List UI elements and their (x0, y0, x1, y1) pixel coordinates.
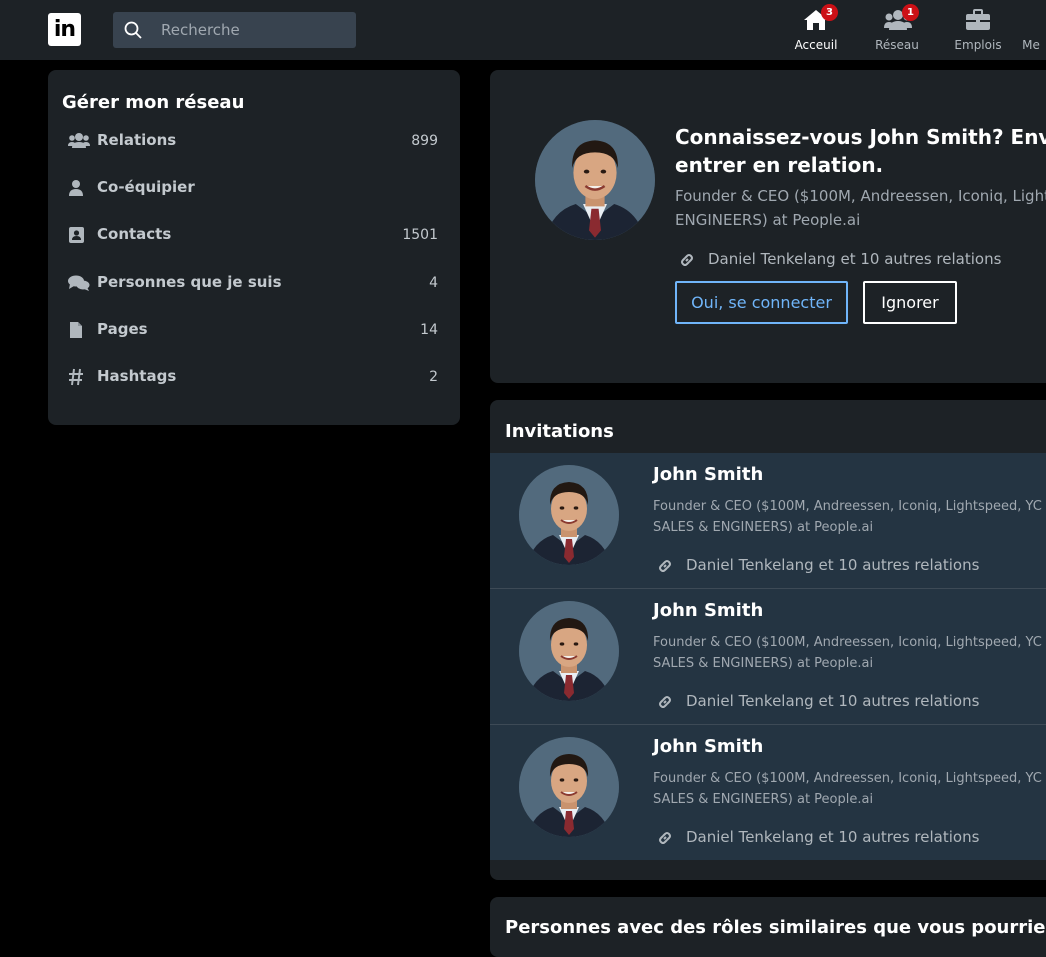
user-icon (69, 180, 83, 196)
invitation-name[interactable]: John Smith (653, 600, 763, 621)
sidebar-item-coequipier[interactable]: Co-équipier (48, 174, 460, 204)
nav-network[interactable]: 1 Réseau (857, 0, 937, 60)
invitation-headline-line2: SALES & ENGINEERS) at People.ai (653, 520, 874, 535)
home-notification-badge: 3 (821, 4, 838, 21)
search-box[interactable] (113, 12, 356, 48)
invitation-row[interactable]: John Smith Founder & CEO ($100M, Andrees… (490, 589, 1046, 724)
sidebar-item-count: 1501 (402, 227, 438, 243)
invitation-avatar[interactable] (519, 601, 619, 701)
connect-button[interactable]: Oui, se connecter (675, 281, 848, 324)
sidebar-item-contacts[interactable]: Contacts 1501 (48, 221, 460, 251)
invitation-row[interactable]: John Smith Founder & CEO ($100M, Andrees… (490, 725, 1046, 860)
similar-people-card: Personnes avec des rôles similaires que … (490, 897, 1046, 957)
search-icon (124, 21, 142, 39)
link-icon (659, 696, 671, 708)
network-notification-badge: 1 (902, 4, 919, 21)
nav-messaging-label: Me (1022, 38, 1040, 52)
suggestion-headline: Founder & CEO ($100M, Andreessen, Iconiq… (675, 184, 1046, 232)
sidebar-item-relations[interactable]: Relations 899 (48, 127, 460, 157)
invitations-card: Invitations John Smith Founder & CEO ($1… (490, 400, 1046, 880)
page-icon (70, 322, 82, 338)
link-icon (659, 560, 671, 572)
mutual-connections-text: Daniel Tenkelang et 10 autres relations (708, 250, 1002, 268)
nav-network-label: Réseau (875, 38, 919, 52)
linkedin-logo[interactable]: in (48, 13, 81, 46)
link-icon (681, 254, 693, 266)
invitation-headline: Founder & CEO ($100M, Andreessen, Iconiq… (653, 768, 1046, 810)
invitation-headline: Founder & CEO ($100M, Andreessen, Iconiq… (653, 496, 1046, 538)
invitation-name[interactable]: John Smith (653, 464, 763, 485)
sidebar-item-count: 14 (420, 322, 438, 338)
manage-network-card: Gérer mon réseau Relations 899 Co-équipi… (48, 70, 460, 425)
link-icon (659, 832, 671, 844)
invitation-headline-line1: Founder & CEO ($100M, Andreessen, Iconiq… (653, 635, 1046, 650)
profile-photo (535, 120, 655, 240)
invitations-title: Invitations (505, 421, 614, 442)
suggestion-avatar[interactable] (535, 120, 655, 240)
profile-photo (519, 737, 619, 837)
sidebar-item-following[interactable]: Personnes que je suis 4 (48, 269, 460, 299)
sidebar-item-pages[interactable]: Pages 14 (48, 316, 460, 346)
address-book-icon (69, 227, 84, 243)
mutual-connections-text: Daniel Tenkelang et 10 autres relations (686, 556, 980, 574)
suggestion-title-line2: entrer en relation. (675, 153, 884, 177)
sidebar-item-label: Contacts (97, 225, 172, 243)
invitation-headline-line1: Founder & CEO ($100M, Andreessen, Iconiq… (653, 499, 1046, 514)
ignore-button[interactable]: Ignorer (863, 281, 957, 324)
sidebar-item-label: Co-équipier (97, 178, 195, 196)
invitation-name[interactable]: John Smith (653, 736, 763, 757)
users-icon (68, 133, 90, 148)
profile-photo (519, 601, 619, 701)
invitation-avatar[interactable] (519, 465, 619, 565)
search-input[interactable] (161, 12, 346, 48)
sidebar-item-count: 4 (429, 275, 438, 291)
suggestion-headline-line1: Founder & CEO ($100M, Andreessen, Iconiq… (675, 187, 1046, 205)
suggestion-title-line1: Connaissez-vous John Smith? Envoyez (675, 125, 1046, 149)
sidebar-item-count: 2 (429, 369, 438, 385)
mutual-connections-text: Daniel Tenkelang et 10 autres relations (686, 828, 980, 846)
sidebar-item-label: Hashtags (97, 367, 177, 385)
invitation-headline-line2: SALES & ENGINEERS) at People.ai (653, 792, 874, 807)
invitation-avatar[interactable] (519, 737, 619, 837)
nav-messaging[interactable]: Me (1019, 0, 1046, 60)
sidebar-item-label: Pages (97, 320, 148, 338)
invitation-row[interactable]: John Smith Founder & CEO ($100M, Andrees… (490, 453, 1046, 588)
comments-icon (68, 275, 90, 291)
invitation-headline-line1: Founder & CEO ($100M, Andreessen, Iconiq… (653, 771, 1046, 786)
briefcase-icon (966, 9, 990, 30)
sidebar-item-label: Personnes que je suis (97, 273, 282, 291)
invitation-headline: Founder & CEO ($100M, Andreessen, Iconiq… (653, 632, 1046, 674)
suggestion-card: Connaissez-vous John Smith? Envoyez entr… (490, 70, 1046, 383)
mutual-connections-text: Daniel Tenkelang et 10 autres relations (686, 692, 980, 710)
sidebar-item-label: Relations (97, 131, 177, 149)
suggestion-headline-line2: ENGINEERS) at People.ai (675, 211, 861, 229)
profile-photo (519, 465, 619, 565)
sidebar-item-hashtags[interactable]: Hashtags 2 (48, 363, 460, 393)
sidebar-item-count: 899 (411, 133, 438, 149)
top-navigation-bar: in 3 Acceuil 1 Réseau (0, 0, 1046, 60)
hashtag-icon (69, 368, 83, 386)
invitation-headline-line2: SALES & ENGINEERS) at People.ai (653, 656, 874, 671)
nav-home-label: Acceuil (794, 38, 838, 52)
similar-people-title: Personnes avec des rôles similaires que … (505, 917, 1046, 938)
suggestion-title: Connaissez-vous John Smith? Envoyez entr… (675, 123, 1046, 179)
manage-network-title: Gérer mon réseau (62, 92, 245, 113)
nav-home[interactable]: 3 Acceuil (776, 0, 856, 60)
